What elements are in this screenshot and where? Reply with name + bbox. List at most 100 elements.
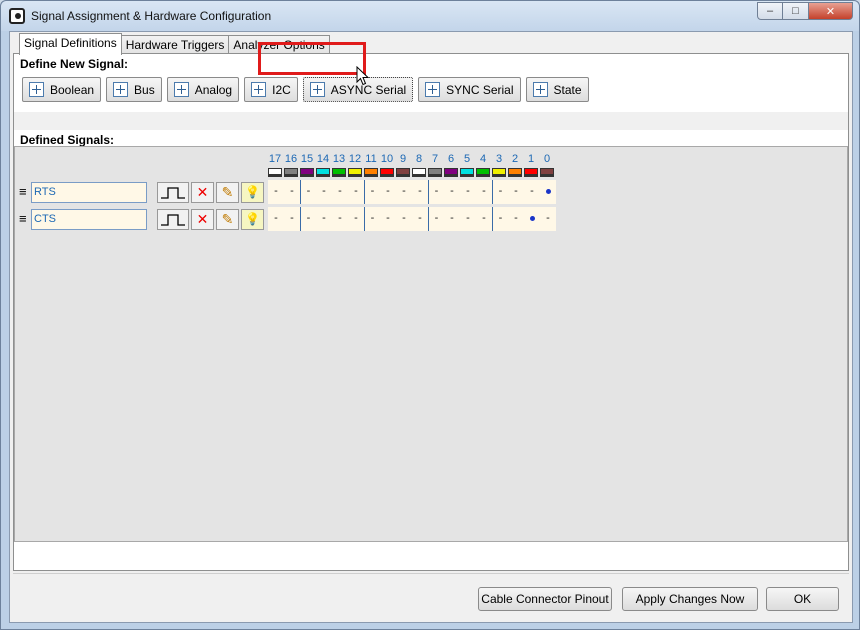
channel-cell[interactable]: - <box>364 180 380 204</box>
channel-number: 11 <box>365 153 377 165</box>
assigned-channel-dot[interactable] <box>540 180 556 204</box>
ok-button[interactable]: OK <box>766 587 839 611</box>
channel-cell[interactable]: - <box>316 207 332 231</box>
channel-color-swatch <box>460 168 474 175</box>
waveform-button[interactable] <box>157 181 189 203</box>
channel-cell[interactable]: - <box>300 180 316 204</box>
channel-cell[interactable]: - <box>476 207 492 231</box>
assigned-channel-dot[interactable] <box>524 207 540 231</box>
waveform-button[interactable] <box>157 208 189 230</box>
channel-cell[interactable]: - <box>508 207 524 231</box>
channel-assignment-cells: ----------------- <box>268 180 556 204</box>
channel-cell[interactable]: - <box>300 207 316 231</box>
plus-icon <box>173 82 189 97</box>
highlight-signal-button[interactable]: 💡 <box>241 208 264 230</box>
signal-name-field[interactable]: CTS <box>31 208 147 230</box>
channel-column-16: 16 <box>283 153 299 177</box>
channel-number: 4 <box>479 153 487 165</box>
channel-assignment-cells: ----------------- <box>268 207 556 231</box>
channel-number: 14 <box>316 153 330 165</box>
channel-cell[interactable]: - <box>332 180 348 204</box>
channel-cell[interactable]: - <box>508 180 524 204</box>
channel-cell[interactable]: - <box>380 207 396 231</box>
channel-cell[interactable]: - <box>540 207 556 231</box>
channel-number: 1 <box>527 153 535 165</box>
channel-color-swatch <box>300 168 314 175</box>
channel-cell[interactable]: - <box>364 207 380 231</box>
channel-dot-icon <box>545 189 551 194</box>
channel-cell[interactable]: - <box>428 207 444 231</box>
channel-cell[interactable]: - <box>476 180 492 204</box>
plus-icon <box>113 82 129 97</box>
tab-analyzer-options[interactable]: Analyzer Options <box>228 35 330 55</box>
channel-cell[interactable]: - <box>428 180 444 204</box>
close-button[interactable]: ✕ <box>809 2 853 20</box>
minimize-button[interactable]: – <box>757 2 783 20</box>
channel-cell[interactable]: - <box>268 180 284 204</box>
channel-cell[interactable]: - <box>396 180 412 204</box>
plus-icon <box>251 82 267 97</box>
plus-icon <box>425 82 441 97</box>
channel-cell[interactable]: - <box>412 207 428 231</box>
channel-cell[interactable]: - <box>492 207 508 231</box>
channel-cell[interactable]: - <box>460 180 476 204</box>
dialog-client: Signal Definitions Hardware Triggers Analy… <box>9 31 853 623</box>
lightbulb-icon: 💡 <box>245 185 260 199</box>
channel-cell[interactable]: - <box>332 207 348 231</box>
cable-connector-pinout-button[interactable]: Cable Connector Pinout <box>478 587 612 611</box>
add-analog-button[interactable]: Analog <box>166 77 240 102</box>
channel-color-swatch <box>524 168 538 175</box>
channel-number: 10 <box>380 153 394 165</box>
channel-cell[interactable]: - <box>396 207 412 231</box>
channel-cell[interactable]: - <box>316 180 332 204</box>
channel-number: 7 <box>431 153 439 165</box>
drag-handle-icon[interactable]: ≡ <box>19 185 29 198</box>
channel-cell[interactable]: - <box>380 180 396 204</box>
drag-handle-icon[interactable]: ≡ <box>19 212 29 225</box>
channel-cell[interactable]: - <box>284 207 300 231</box>
pencil-icon: ✎ <box>221 210 234 227</box>
add-i2c-button[interactable]: I2C <box>244 77 298 102</box>
channel-column-12: 12 <box>347 153 363 177</box>
tab-hardware-triggers[interactable]: Hardware Triggers <box>120 35 230 55</box>
channel-cell[interactable]: - <box>444 207 460 231</box>
channel-cell[interactable]: - <box>412 180 428 204</box>
apply-changes-now-button[interactable]: Apply Changes Now <box>622 587 758 611</box>
title-bar[interactable]: Signal Assignment & Hardware Configurati… <box>1 1 859 31</box>
channel-cell[interactable]: - <box>492 180 508 204</box>
channel-underline <box>540 175 554 177</box>
channel-number: 0 <box>543 153 551 165</box>
tab-signal-definitions[interactable]: Signal Definitions <box>19 33 122 55</box>
channel-underline <box>364 175 378 177</box>
channel-cell[interactable]: - <box>268 207 284 231</box>
add-boolean-button[interactable]: Boolean <box>22 77 102 102</box>
edit-signal-button[interactable]: ✎ <box>216 181 239 203</box>
delete-signal-button[interactable]: ✕ <box>191 208 214 230</box>
channel-cell[interactable]: - <box>460 207 476 231</box>
channel-number: 13 <box>332 153 346 165</box>
channel-cell[interactable]: - <box>284 180 300 204</box>
channel-number: 15 <box>300 153 314 165</box>
edit-signal-button[interactable]: ✎ <box>216 208 239 230</box>
channel-number: 3 <box>495 153 503 165</box>
delete-signal-button[interactable]: ✕ <box>191 181 214 203</box>
channel-color-swatch <box>380 168 394 175</box>
add-button-label: State <box>553 82 582 97</box>
lightbulb-icon: 💡 <box>245 212 260 226</box>
channel-cell[interactable]: - <box>524 180 540 204</box>
signal-name-field[interactable]: RTS <box>31 181 147 203</box>
add-bus-button[interactable]: Bus <box>106 77 162 102</box>
channel-underline <box>476 175 490 177</box>
channel-cell[interactable]: - <box>348 207 364 231</box>
app-icon <box>9 8 25 24</box>
channel-column-5: 5 <box>459 153 475 177</box>
add-state-button[interactable]: State <box>525 77 589 102</box>
add-sync-serial-button[interactable]: SYNC Serial <box>418 77 521 102</box>
channel-color-swatch <box>428 168 442 175</box>
channel-underline <box>396 175 410 177</box>
channel-cell[interactable]: - <box>348 180 364 204</box>
channel-cell[interactable]: - <box>444 180 460 204</box>
maximize-button[interactable]: □ <box>783 2 809 20</box>
channel-column-8: 8 <box>411 153 427 177</box>
highlight-signal-button[interactable]: 💡 <box>241 181 264 203</box>
